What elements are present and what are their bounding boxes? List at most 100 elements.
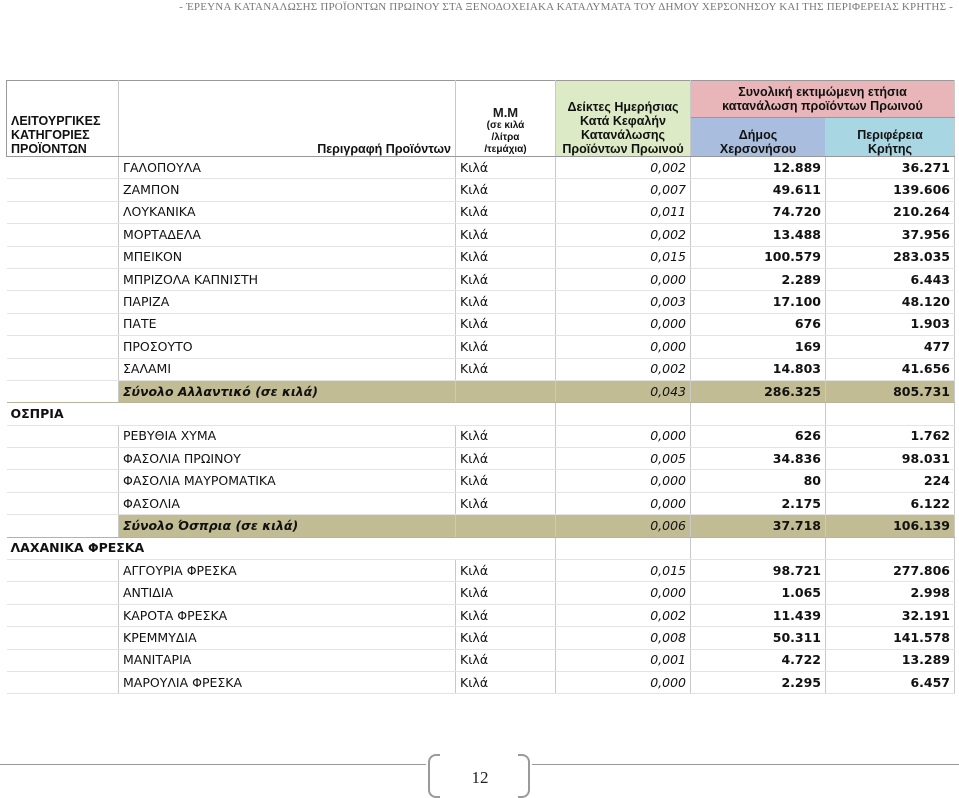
product-name: ΑΝΤΙΔΙΑ bbox=[118, 581, 456, 605]
product-name: ΜΑΝΙΤΑΡΙΑ bbox=[118, 649, 456, 672]
consumption-table: ΛΕΙΤΟΥΡΓΙΚΕΣ ΚΑΤΗΓΟΡΙΕΣ ΠΡΟΪΟΝΤΩΝ Περιγρ… bbox=[6, 80, 955, 695]
category-cell bbox=[6, 223, 119, 247]
municipality-value: 98.721 bbox=[690, 559, 826, 583]
table-row: ΜΠΡΙΖΟΛΑ ΚΑΠΝΙΣΤΗ Κιλά 0,000 2.289 6.443 bbox=[6, 268, 955, 292]
table-row: ΜΠΕΙΚΟΝ Κιλά 0,015 100.579 283.035 bbox=[6, 246, 955, 269]
empty-cell bbox=[690, 537, 826, 561]
daily-index: 0,015 bbox=[555, 559, 691, 583]
region-value: 6.122 bbox=[825, 492, 955, 516]
header-annual-consumption: Συνολική εκτιμώμενη ετήσια κατανάλωση πρ… bbox=[690, 80, 955, 118]
region-value: 37.956 bbox=[825, 223, 955, 247]
product-unit: Κιλά bbox=[455, 469, 556, 493]
category-cell bbox=[6, 447, 119, 471]
footer-bracket-right bbox=[518, 754, 530, 798]
table-row: ΠΡΟΣΟΥΤΟ Κιλά 0,000 169 477 bbox=[6, 335, 955, 359]
product-name: ΦΑΣΟΛΙΑ ΠΡΩΙΝΟΥ bbox=[118, 447, 456, 471]
region-value: 139.606 bbox=[825, 178, 955, 202]
category-cell bbox=[6, 178, 119, 202]
daily-index: 0,002 bbox=[555, 358, 691, 381]
region-value: 210.264 bbox=[825, 201, 955, 225]
region-value: 48.120 bbox=[825, 290, 955, 314]
category-row: ΛΑΧΑΝΙΚΑ ΦΡΕΣΚΑ bbox=[6, 537, 955, 561]
product-name: ΜΑΡΟΥΛΙΑ ΦΡΕΣΚΑ bbox=[118, 671, 456, 695]
total-municipality: 286.325 bbox=[690, 380, 826, 404]
daily-index: 0,000 bbox=[555, 671, 691, 695]
product-unit: Κιλά bbox=[455, 335, 556, 359]
total-label: Σύνολο Αλλαντικό (σε κιλά) bbox=[118, 380, 456, 404]
region-value: 477 bbox=[825, 335, 955, 359]
municipality-value: 17.100 bbox=[690, 290, 826, 314]
header-index: Δείκτες Ημερήσιας Κατά Κεφαλήν Κατανάλωσ… bbox=[555, 80, 691, 157]
municipality-value: 11.439 bbox=[690, 604, 826, 628]
total-region: 805.731 bbox=[825, 380, 955, 404]
municipality-value: 49.611 bbox=[690, 178, 826, 202]
region-value: 1.762 bbox=[825, 425, 955, 449]
region-value: 36.271 bbox=[825, 156, 955, 180]
product-unit: Κιλά bbox=[455, 447, 556, 471]
municipality-value: 169 bbox=[690, 335, 826, 359]
municipality-value: 4.722 bbox=[690, 649, 826, 672]
product-name: ΖΑΜΠΟΝ bbox=[118, 178, 456, 202]
empty-cell bbox=[455, 402, 556, 426]
product-name: ΦΑΣΟΛΙΑ ΜΑΥΡΟΜΑΤΙΚΑ bbox=[118, 469, 456, 493]
product-unit: Κιλά bbox=[455, 201, 556, 225]
product-name: ΛΟΥΚΑΝΙΚΑ bbox=[118, 201, 456, 225]
header-municipality: Δήμος Χερσονήσου bbox=[690, 117, 826, 157]
table-row: ΚΑΡΟΤΑ ΦΡΕΣΚΑ Κιλά 0,002 11.439 32.191 bbox=[6, 604, 955, 628]
product-unit: Κιλά bbox=[455, 268, 556, 292]
category-cell bbox=[6, 425, 119, 449]
daily-index: 0,000 bbox=[555, 335, 691, 359]
product-name: ΓΑΛΟΠΟΥΛΑ bbox=[118, 156, 456, 180]
daily-index: 0,007 bbox=[555, 178, 691, 202]
empty-cell bbox=[455, 537, 556, 561]
daily-index: 0,000 bbox=[555, 469, 691, 493]
product-name: ΠΑΤΕ bbox=[118, 313, 456, 337]
daily-index: 0,008 bbox=[555, 626, 691, 650]
municipality-value: 50.311 bbox=[690, 626, 826, 650]
category-cell bbox=[6, 492, 119, 516]
table-row: ΦΑΣΟΛΙΑ ΠΡΩΙΝΟΥ Κιλά 0,005 34.836 98.031 bbox=[6, 447, 955, 471]
daily-index: 0,000 bbox=[555, 425, 691, 449]
footer-bracket-left bbox=[428, 754, 440, 798]
product-name: ΜΟΡΤΑΔΕΛΑ bbox=[118, 223, 456, 247]
category-cell bbox=[6, 559, 119, 583]
category-cell bbox=[6, 671, 119, 695]
table-row: ΛΟΥΚΑΝΙΚΑ Κιλά 0,011 74.720 210.264 bbox=[6, 201, 955, 225]
category-cell bbox=[6, 626, 119, 650]
municipality-value: 13.488 bbox=[690, 223, 826, 247]
category-label: ΟΣΠΡΙΑ bbox=[6, 402, 456, 426]
municipality-value: 2.295 bbox=[690, 671, 826, 695]
category-row: ΟΣΠΡΙΑ bbox=[6, 402, 955, 426]
category-cell bbox=[6, 358, 119, 381]
category-cell bbox=[6, 156, 119, 180]
table-row: ΚΡΕΜΜΥΔΙΑ Κιλά 0,008 50.311 141.578 bbox=[6, 626, 955, 650]
category-cell bbox=[6, 469, 119, 493]
category-cell bbox=[6, 246, 119, 269]
category-cell bbox=[6, 335, 119, 359]
product-unit: Κιλά bbox=[455, 425, 556, 449]
category-cell bbox=[6, 581, 119, 605]
empty-cell bbox=[825, 537, 955, 561]
municipality-value: 2.289 bbox=[690, 268, 826, 292]
category-cell bbox=[6, 290, 119, 314]
daily-index: 0,011 bbox=[555, 201, 691, 225]
daily-index: 0,002 bbox=[555, 223, 691, 247]
footer-rule-right bbox=[532, 764, 959, 765]
empty-cell bbox=[825, 402, 955, 426]
table-body: ΓΑΛΟΠΟΥΛΑ Κιλά 0,002 12.889 36.271 ΖΑΜΠΟΝ Κιλά… bbox=[6, 156, 955, 695]
daily-index: 0,000 bbox=[555, 313, 691, 337]
table-row: ΑΓΓΟΥΡΙΑ ΦΡΕΣΚΑ Κιλά 0,015 98.721 277.806 bbox=[6, 559, 955, 583]
daily-index: 0,002 bbox=[555, 156, 691, 180]
daily-index: 0,002 bbox=[555, 604, 691, 628]
municipality-value: 80 bbox=[690, 469, 826, 493]
total-municipality: 37.718 bbox=[690, 514, 826, 538]
daily-index: 0,005 bbox=[555, 447, 691, 471]
product-unit: Κιλά bbox=[455, 313, 556, 337]
table-row: ΜΑΝΙΤΑΡΙΑ Κιλά 0,001 4.722 13.289 bbox=[6, 649, 955, 672]
footer-rule-left bbox=[0, 764, 426, 765]
total-index: 0,043 bbox=[555, 380, 691, 404]
total-unit bbox=[455, 380, 556, 404]
daily-index: 0,015 bbox=[555, 246, 691, 269]
region-value: 6.443 bbox=[825, 268, 955, 292]
region-value: 277.806 bbox=[825, 559, 955, 583]
